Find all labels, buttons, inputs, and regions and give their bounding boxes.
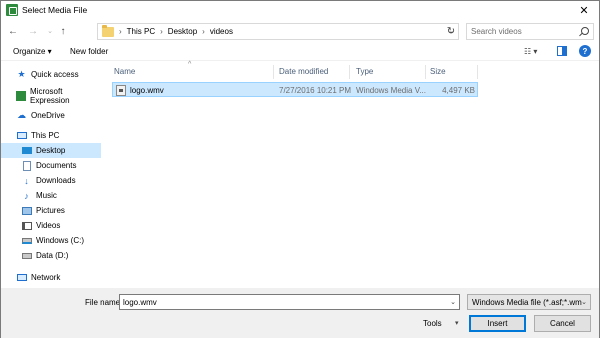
file-name: logo.wmv — [130, 86, 164, 95]
file-type-filter-value: Windows Media file (*.asf;*.wm — [472, 297, 582, 307]
up-icon[interactable]: ↑ — [57, 24, 69, 38]
bottom-bar: File name: logo.wmv ⌄ Windows Media file… — [1, 288, 599, 338]
videos-icon — [21, 221, 32, 231]
breadcrumb-desktop[interactable]: Desktop — [168, 27, 197, 36]
file-size: 4,497 KB — [442, 86, 475, 95]
expression-icon — [16, 90, 26, 101]
desktop-icon — [21, 146, 32, 156]
navigation-pane: ★ Quick access Microsoft Expression ☁ On… — [1, 62, 102, 288]
drive-icon — [21, 251, 32, 261]
download-icon: ↓ — [24, 175, 29, 186]
file-type: Windows Media V... — [356, 86, 426, 95]
column-divider[interactable] — [477, 65, 478, 79]
recent-dropdown-icon[interactable]: ⌄ — [44, 24, 56, 38]
refresh-icon[interactable]: ↻ — [444, 24, 458, 38]
file-name-value: logo.wmv — [123, 297, 157, 307]
column-header-size[interactable]: Size — [430, 64, 446, 79]
cancel-button[interactable]: Cancel — [534, 315, 591, 332]
sidebar-item-windows-c[interactable]: Windows (C:) — [1, 233, 101, 248]
search-input[interactable]: Search videos — [466, 23, 594, 40]
chevron-right-icon[interactable]: › — [202, 27, 205, 36]
tools-menu-button[interactable]: Tools — [423, 319, 442, 328]
file-name-label: File name: — [85, 298, 123, 307]
forward-icon[interactable]: → — [27, 24, 39, 38]
sidebar-item-music[interactable]: ♪ Music — [1, 188, 101, 203]
help-icon[interactable]: ? — [579, 45, 591, 57]
documents-icon — [21, 160, 32, 171]
close-button[interactable]: ✕ — [573, 1, 595, 19]
title-bar: Select Media File ✕ — [1, 1, 599, 19]
music-icon: ♪ — [24, 190, 29, 201]
video-file-icon — [116, 85, 126, 96]
file-date: 7/27/2016 10:21 PM — [279, 86, 352, 95]
cloud-icon: ☁ — [17, 110, 26, 120]
search-placeholder: Search videos — [471, 27, 522, 36]
caret-down-icon[interactable]: ▾ — [455, 319, 459, 327]
sidebar-item-quick-access[interactable]: ★ Quick access — [1, 67, 101, 82]
sidebar-item-network[interactable]: Network — [1, 270, 101, 285]
window-title: Select Media File — [22, 5, 88, 15]
app-icon — [6, 4, 18, 16]
insert-button[interactable]: Insert — [469, 315, 526, 332]
sidebar-item-microsoft-expression[interactable]: Microsoft Expression — [1, 87, 101, 105]
file-type-filter-select[interactable]: Windows Media file (*.asf;*.wm ⌄ — [467, 294, 591, 310]
sidebar-item-data-d[interactable]: Data (D:) — [1, 248, 101, 263]
sidebar-item-documents[interactable]: Documents — [1, 158, 101, 173]
column-header-name[interactable]: Name — [114, 64, 135, 79]
column-divider[interactable] — [349, 65, 350, 79]
chevron-right-icon[interactable]: › — [160, 27, 163, 36]
pictures-icon — [21, 206, 32, 216]
column-header-date-modified[interactable]: Date modified — [279, 64, 328, 79]
folder-icon — [102, 24, 114, 37]
sidebar-item-downloads[interactable]: ↓ Downloads — [1, 173, 101, 188]
new-folder-button[interactable]: New folder — [70, 47, 108, 56]
view-options-icon[interactable]: ☷ ▾ — [524, 47, 537, 56]
chevron-right-icon[interactable]: › — [119, 27, 122, 36]
column-divider[interactable] — [273, 65, 274, 79]
file-list: ^ Name Date modified Type Size logo.wmv … — [106, 61, 599, 288]
breadcrumb-videos[interactable]: videos — [210, 27, 233, 36]
sidebar-item-videos[interactable]: Videos — [1, 218, 101, 233]
computer-icon — [16, 131, 27, 141]
drive-icon — [21, 236, 32, 246]
sidebar-item-onedrive[interactable]: ☁ OneDrive — [1, 108, 101, 123]
address-row: ← → ⌄ ↑ › This PC › Desktop › videos ⌄ ↻… — [1, 20, 599, 42]
column-divider[interactable] — [425, 65, 426, 79]
address-bar[interactable]: › This PC › Desktop › videos ⌄ — [97, 23, 459, 40]
file-dialog: Select Media File ✕ ← → ⌄ ↑ › This PC › … — [0, 0, 600, 338]
table-row[interactable]: logo.wmv 7/27/2016 10:21 PM Windows Medi… — [112, 82, 478, 97]
chevron-down-icon[interactable]: ⌄ — [450, 298, 456, 306]
network-icon — [16, 273, 27, 283]
preview-pane-icon[interactable] — [557, 46, 567, 56]
organize-button[interactable]: Organize ▾ — [13, 47, 52, 56]
chevron-down-icon: ⌄ — [581, 299, 587, 306]
file-name-input[interactable]: logo.wmv ⌄ — [119, 294, 460, 310]
sidebar-item-this-pc[interactable]: This PC — [1, 128, 101, 143]
column-header-type[interactable]: Type — [356, 64, 373, 79]
sidebar-item-desktop[interactable]: Desktop — [1, 143, 101, 158]
command-bar: Organize ▾ New folder ☷ ▾ ? — [1, 42, 599, 61]
breadcrumb-this-pc[interactable]: This PC — [127, 27, 155, 36]
sort-ascending-icon: ^ — [188, 61, 192, 68]
sidebar-item-pictures[interactable]: Pictures — [1, 203, 101, 218]
star-icon: ★ — [17, 69, 26, 79]
search-icon — [581, 27, 589, 35]
back-icon[interactable]: ← — [7, 24, 19, 38]
